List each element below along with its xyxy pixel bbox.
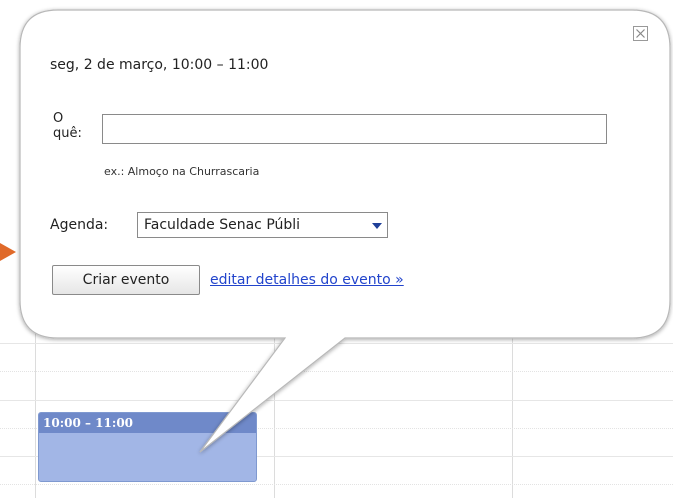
close-button[interactable] [633, 26, 648, 41]
create-event-button[interactable]: Criar evento [52, 265, 200, 295]
agenda-label: Agenda: [50, 217, 109, 233]
edit-event-details-link[interactable]: editar detalhes do evento » [210, 272, 404, 288]
what-label-line1: O [53, 111, 64, 126]
what-label-line2: quê: [53, 126, 82, 141]
chevron-down-icon [372, 223, 382, 229]
what-label: O quê: [53, 111, 82, 141]
event-datetime: seg, 2 de março, 10:00 – 11:00 [50, 57, 269, 73]
close-x-icon [636, 29, 645, 38]
event-title-input[interactable] [102, 114, 607, 144]
popup-bubble [19, 9, 671, 453]
agenda-selected-value: Faculdade Senac Públi [144, 217, 301, 233]
event-title-example: ex.: Almoço na Churrascaria [104, 165, 260, 178]
agenda-select[interactable]: Faculdade Senac Públi [137, 212, 388, 238]
calendar-stage: 10:00 – 11:00 seg, 2 de março, 10:00 – 1… [0, 0, 673, 498]
